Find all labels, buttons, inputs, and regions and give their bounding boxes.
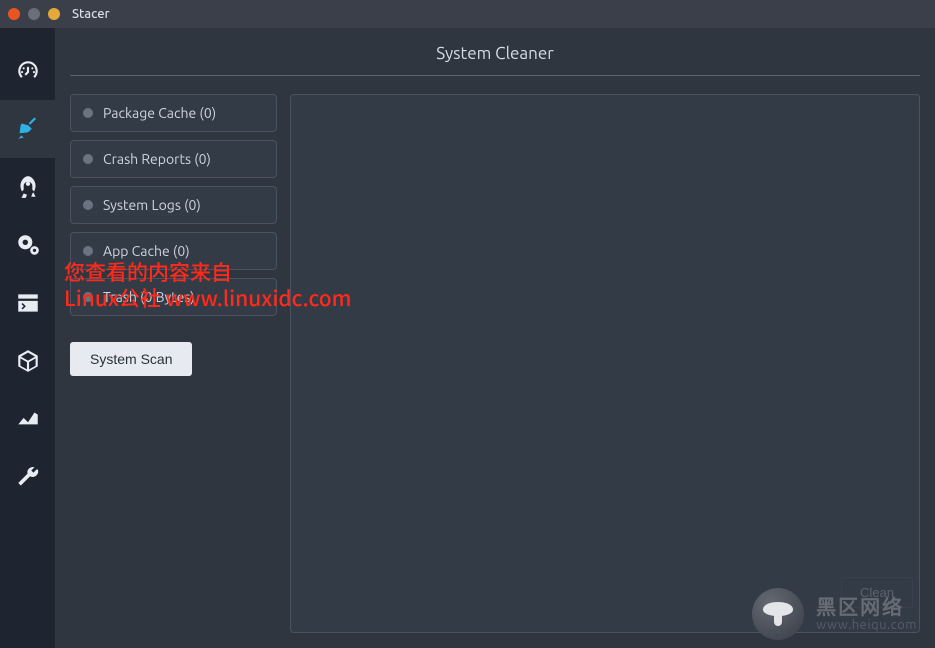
radio-icon [83, 200, 93, 210]
sidebar-item-resources[interactable] [0, 390, 55, 448]
sidebar [0, 28, 55, 648]
system-scan-button[interactable]: System Scan [70, 342, 192, 376]
sidebar-item-startup[interactable] [0, 158, 55, 216]
category-label: System Logs (0) [103, 197, 201, 213]
sidebar-item-uninstaller[interactable] [0, 332, 55, 390]
radio-icon [83, 292, 93, 302]
titlebar: Stacer [0, 0, 935, 28]
page-title: System Cleaner [70, 38, 920, 75]
package-icon [15, 348, 41, 374]
sidebar-item-services[interactable] [0, 216, 55, 274]
maximize-icon[interactable] [48, 8, 60, 20]
category-crash-reports[interactable]: Crash Reports (0) [70, 140, 277, 178]
sidebar-item-processes[interactable] [0, 274, 55, 332]
minimize-icon[interactable] [28, 8, 40, 20]
category-package-cache[interactable]: Package Cache (0) [70, 94, 277, 132]
category-system-logs[interactable]: System Logs (0) [70, 186, 277, 224]
clean-button[interactable]: Clean [841, 577, 913, 608]
gauge-icon [15, 58, 41, 84]
window-title: Stacer [72, 7, 110, 21]
cogs-icon [15, 232, 41, 258]
category-app-cache[interactable]: App Cache (0) [70, 232, 277, 270]
divider [70, 75, 920, 76]
category-trash[interactable]: Trash (0 Bytes) [70, 278, 277, 316]
category-list: Package Cache (0) Crash Reports (0) Syst… [70, 94, 277, 633]
sidebar-item-cleaner[interactable] [0, 100, 55, 158]
radio-icon [83, 246, 93, 256]
category-label: App Cache (0) [103, 243, 190, 259]
radio-icon [83, 154, 93, 164]
chart-line-icon [15, 406, 41, 432]
sidebar-item-dashboard[interactable] [0, 42, 55, 100]
category-label: Package Cache (0) [103, 105, 216, 121]
results-panel [290, 94, 920, 633]
wrench-icon [15, 464, 41, 490]
close-icon[interactable] [8, 8, 20, 20]
main-content: System Cleaner Package Cache (0) Crash R… [55, 28, 935, 648]
rocket-icon [15, 174, 41, 200]
category-label: Crash Reports (0) [103, 151, 211, 167]
broom-icon [15, 116, 41, 142]
radio-icon [83, 108, 93, 118]
category-label: Trash (0 Bytes) [103, 289, 195, 305]
terminal-window-icon [15, 290, 41, 316]
sidebar-item-settings[interactable] [0, 448, 55, 506]
